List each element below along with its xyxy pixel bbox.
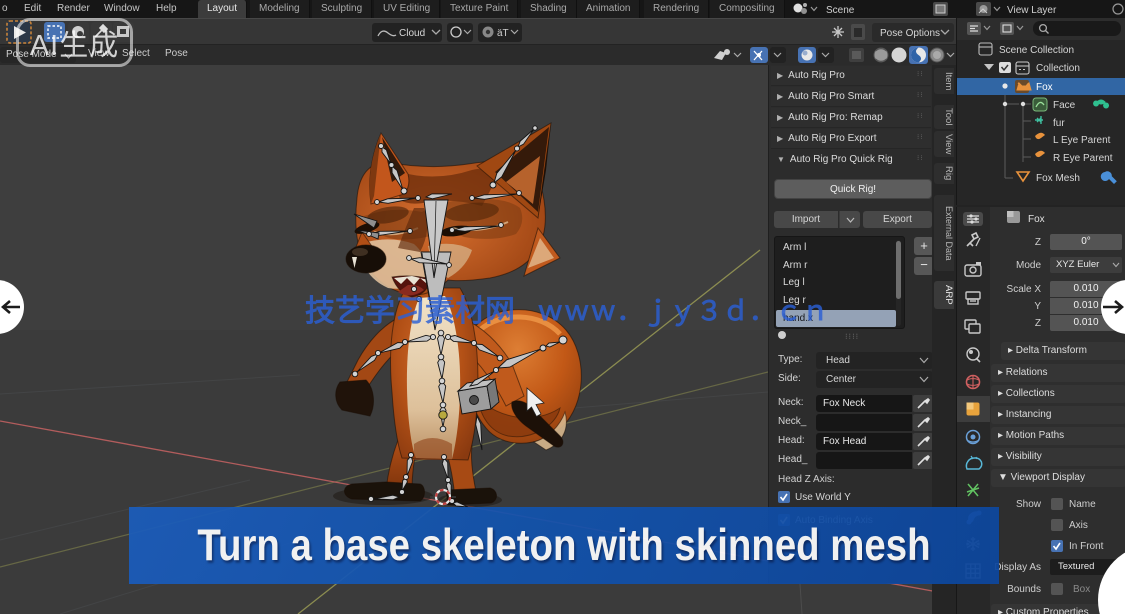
svg-text:Fox: Fox — [1028, 214, 1045, 225]
svg-text:View Layer: View Layer — [1007, 5, 1057, 16]
svg-text:äT: äT — [497, 28, 509, 39]
svg-text:Face: Face — [1053, 100, 1076, 111]
svg-text:L Eye Parent: L Eye Parent — [1053, 135, 1111, 146]
svg-text:Pose Options: Pose Options — [880, 28, 940, 39]
svg-text:Collection: Collection — [1036, 63, 1080, 74]
svg-text:Cloud: Cloud — [399, 28, 425, 39]
svg-text:Fox Mesh: Fox Mesh — [1036, 173, 1080, 184]
svg-text:fur: fur — [1053, 118, 1065, 129]
svg-text:R Eye Parent: R Eye Parent — [1053, 153, 1113, 164]
svg-text:Fox: Fox — [1036, 82, 1053, 93]
svg-text:Scene: Scene — [826, 5, 855, 16]
svg-text:Scene Collection: Scene Collection — [999, 45, 1074, 56]
